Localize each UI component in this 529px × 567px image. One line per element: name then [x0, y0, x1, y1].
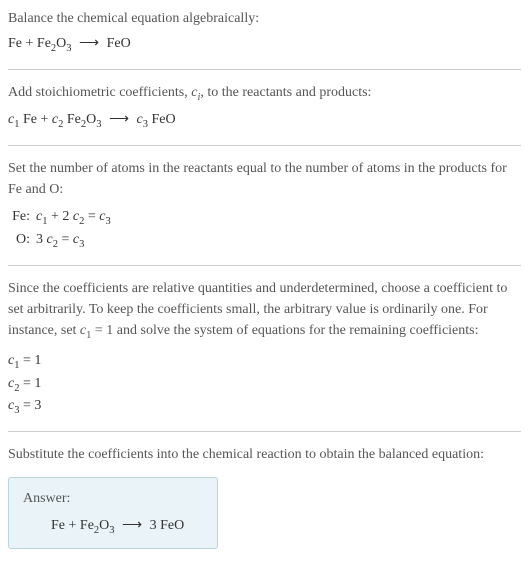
divider — [8, 145, 521, 146]
solution-c2: c2 = 1 — [8, 374, 521, 396]
balance-equation-o: 3 c2 = c3 — [36, 229, 84, 253]
prompt-text: Substitute the coefficients into the che… — [8, 444, 521, 465]
species-feo: FeO — [152, 112, 176, 127]
coefficient-solutions: c1 = 1 c2 = 1 c3 = 3 — [8, 351, 521, 418]
balanced-equation: Fe + Fe2O3 ⟶ 3 FeO — [23, 515, 203, 539]
section-balance-prompt: Balance the chemical equation algebraica… — [8, 8, 521, 57]
divider — [8, 431, 521, 432]
equals-3: = 3 — [19, 398, 41, 413]
answer-box: Answer: Fe + Fe2O3 ⟶ 3 FeO — [8, 477, 218, 550]
element-label-o: O: — [8, 229, 36, 253]
section-atom-balance: Set the number of atoms in the reactants… — [8, 158, 521, 253]
arrow-icon: ⟶ — [75, 36, 103, 51]
prompt-text: Set the number of atoms in the reactants… — [8, 158, 521, 200]
section-solve: Since the coefficients are relative quan… — [8, 278, 521, 419]
atom-row-fe: Fe: c1 + 2 c2 = c3 — [8, 206, 521, 230]
atom-balance-table: Fe: c1 + 2 c2 = c3 O: 3 c2 = c3 — [8, 206, 521, 253]
prompt-text: Balance the chemical equation algebraica… — [8, 8, 521, 29]
subscript-3: 3 — [66, 43, 71, 54]
plus-sign: + — [65, 518, 80, 533]
species-fe2o3-fe: Fe — [37, 36, 51, 51]
atom-row-o: O: 3 c2 = c3 — [8, 229, 521, 253]
equals-1: = 1 — [19, 353, 41, 368]
arrow-icon: ⟶ — [105, 112, 133, 127]
solution-c1: c1 = 1 — [8, 351, 521, 373]
equals: = — [58, 232, 73, 247]
balance-equation-fe: c1 + 2 c2 = c3 — [36, 206, 111, 230]
species-feo: FeO — [107, 36, 131, 51]
equals: = — [84, 209, 99, 224]
species-fe2o3-fe: Fe — [80, 518, 94, 533]
divider — [8, 265, 521, 266]
element-label-fe: Fe: — [8, 206, 36, 230]
text: = 1 and solve the system of equations fo… — [91, 323, 478, 338]
divider — [8, 69, 521, 70]
three: 3 — [36, 232, 47, 247]
coeff-3: 3 — [150, 518, 161, 533]
subscript-3: 3 — [105, 215, 110, 226]
symbolic-equation: c1 Fe + c2 Fe2O3 ⟶ c3 FeO — [8, 109, 521, 133]
species-fe: Fe — [8, 36, 22, 51]
subscript-3: 3 — [109, 525, 114, 536]
species-fe2o3-o: O — [56, 36, 66, 51]
subscript-3: 3 — [79, 239, 84, 250]
species-fe: Fe — [23, 112, 37, 127]
text: , to the reactants and products: — [200, 85, 371, 100]
species-fe2o3-o: O — [86, 112, 96, 127]
section-add-coefficients: Add stoichiometric coefficients, ci, to … — [8, 82, 521, 133]
section-substitute: Substitute the coefficients into the che… — [8, 444, 521, 465]
species-fe2o3-o: O — [99, 518, 109, 533]
species-fe: Fe — [51, 518, 65, 533]
plus-sign: + — [37, 112, 52, 127]
arrow-icon: ⟶ — [118, 518, 146, 533]
text: Add stoichiometric coefficients, — [8, 85, 191, 100]
species-fe2o3-fe: Fe — [67, 112, 81, 127]
species-feo: FeO — [160, 518, 184, 533]
unbalanced-equation: Fe + Fe2O3 ⟶ FeO — [8, 33, 521, 57]
prompt-text: Add stoichiometric coefficients, ci, to … — [8, 82, 521, 106]
prompt-text: Since the coefficients are relative quan… — [8, 278, 521, 344]
plus-sign: + — [22, 36, 37, 51]
plus-2: + 2 — [47, 209, 72, 224]
answer-label: Answer: — [23, 488, 203, 509]
equals-1: = 1 — [19, 376, 41, 391]
solution-c3: c3 = 3 — [8, 396, 521, 418]
